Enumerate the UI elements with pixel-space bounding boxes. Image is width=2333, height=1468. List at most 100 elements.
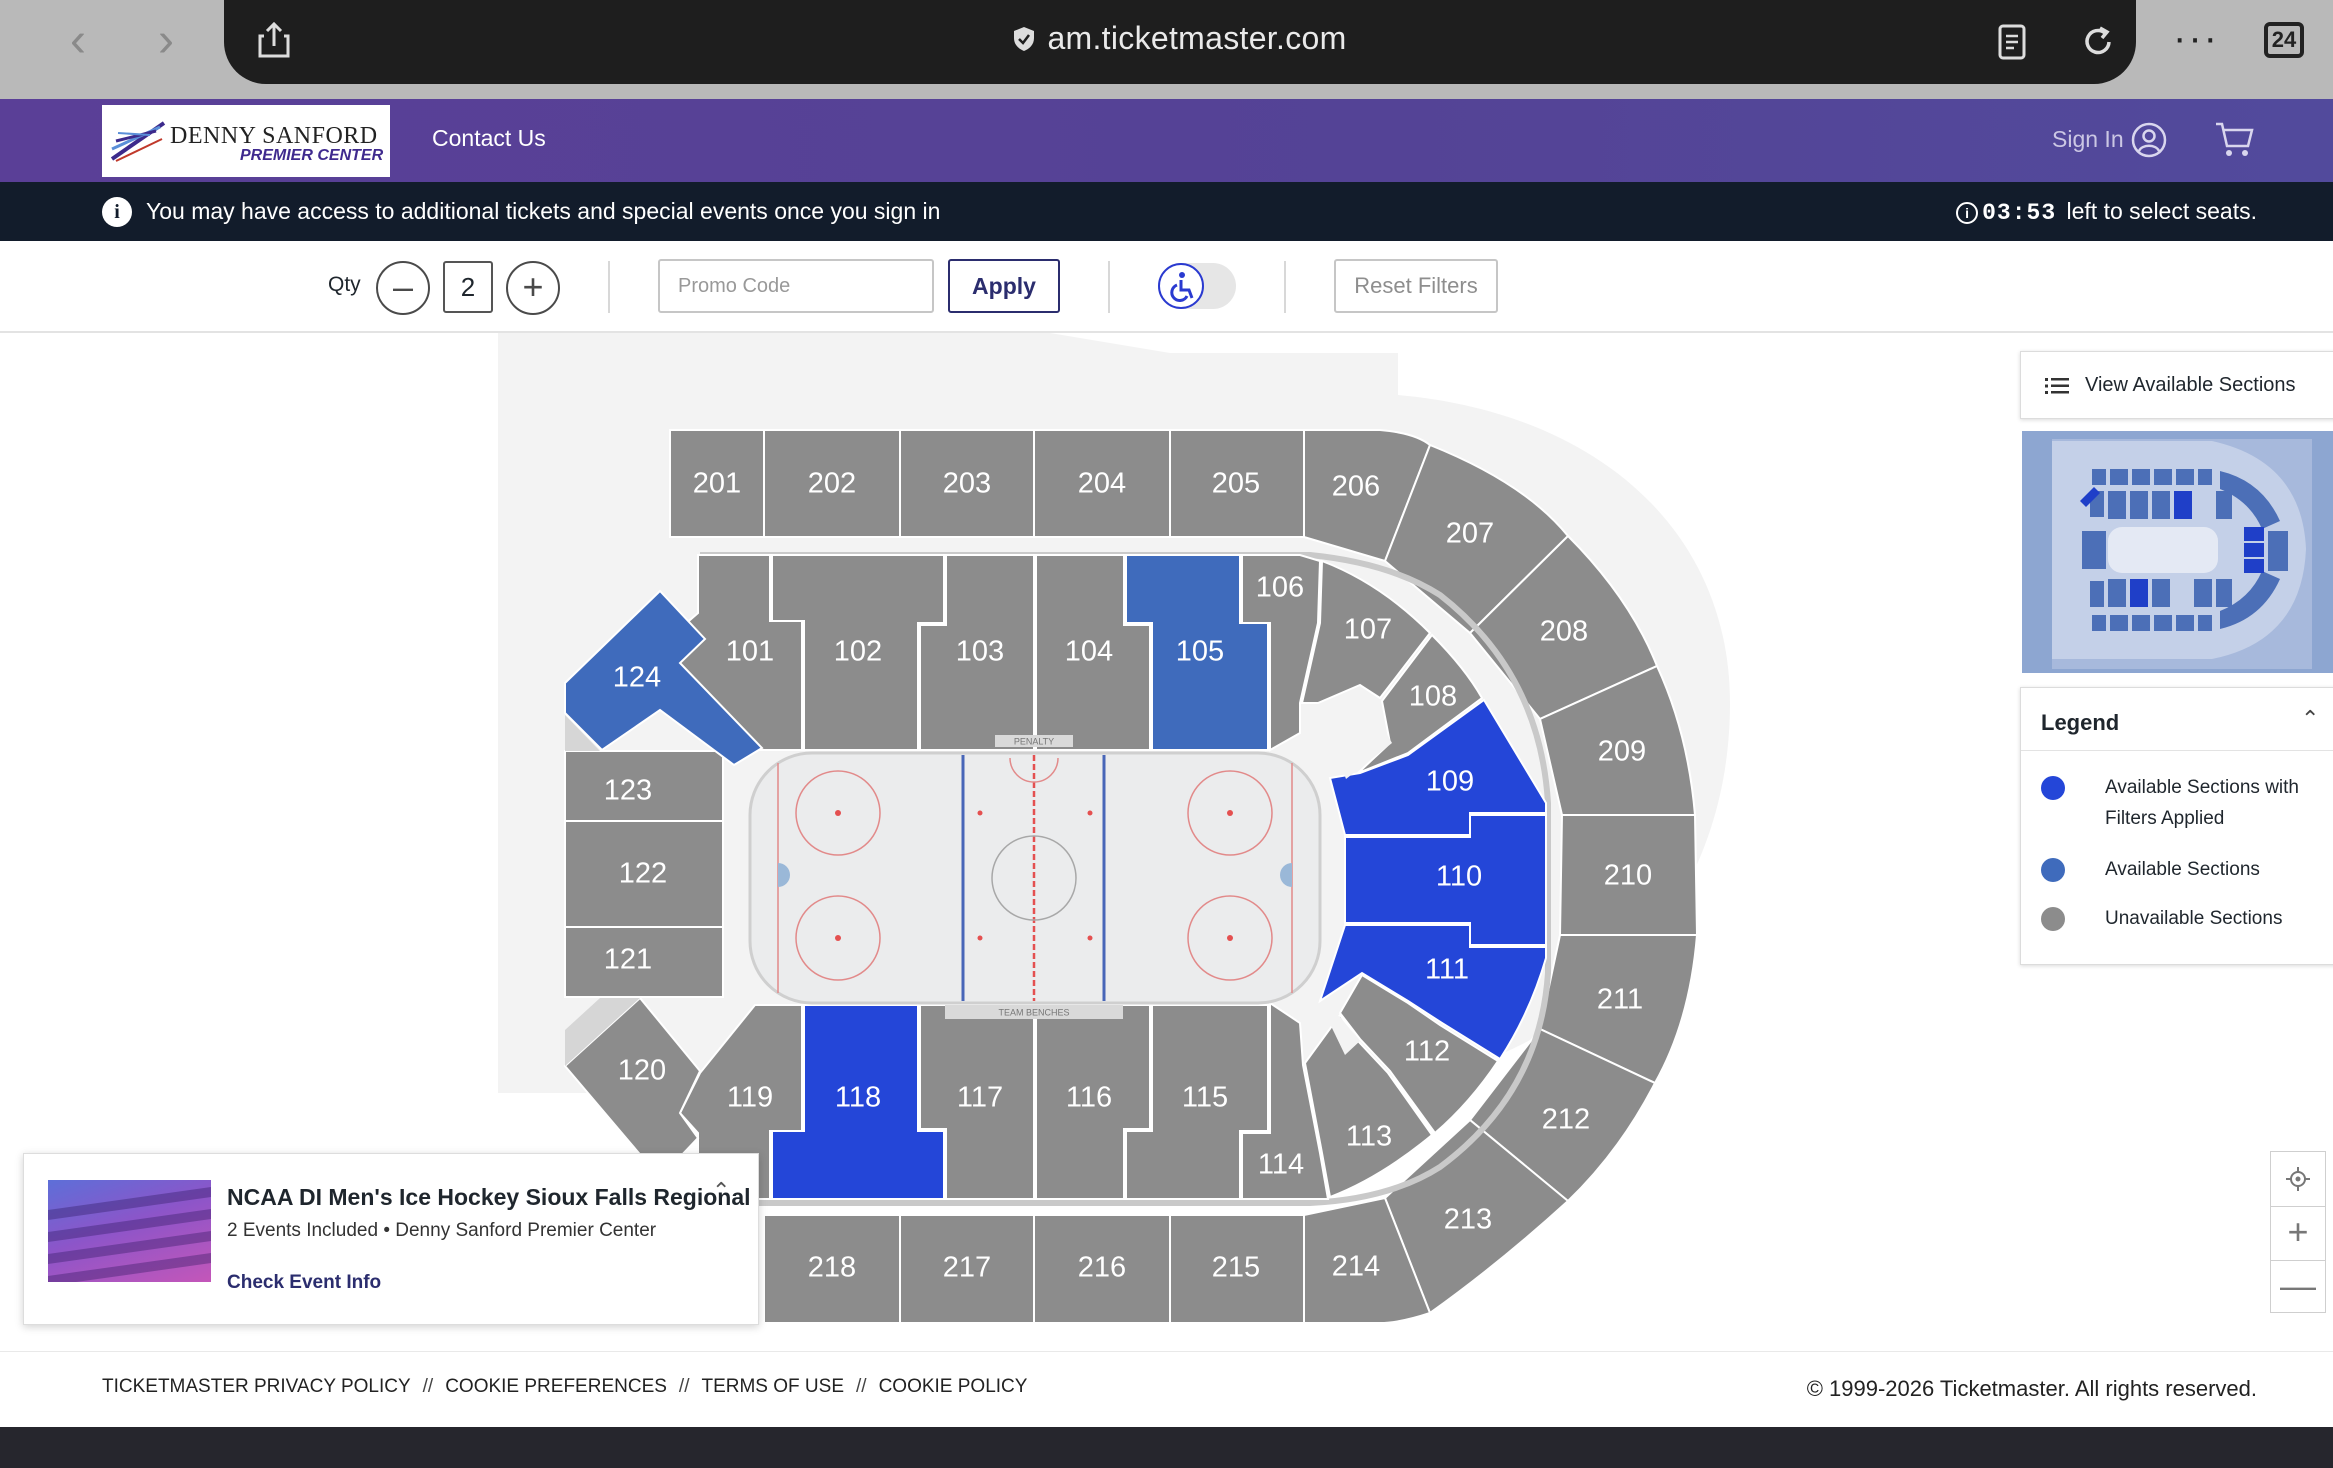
check-event-info-link[interactable]: Check Event Info	[227, 1272, 381, 1294]
tab-count-badge[interactable]: 24	[2264, 22, 2304, 58]
chevron-up-icon[interactable]: ⌃	[712, 1178, 730, 1204]
minimap[interactable]	[2022, 431, 2333, 673]
separator: //	[678, 1376, 690, 1397]
legend-label: Unavailable Sections	[2105, 908, 2283, 929]
legend-panel: Legend ⌃ Available Sections with Filters…	[2020, 687, 2333, 965]
terms-of-use-link[interactable]: TERMS OF USE	[701, 1376, 844, 1397]
sign-in-notice: i You may have access to additional tick…	[0, 182, 2333, 241]
promo-code-input[interactable]	[658, 259, 934, 313]
more-options-icon[interactable]: ···	[2173, 16, 2219, 61]
qty-increase-button[interactable]: +	[506, 261, 560, 315]
legend-title: Legend	[2041, 710, 2120, 735]
cookie-preferences-link[interactable]: COOKIE PREFERENCES	[445, 1376, 667, 1397]
section-label: 217	[943, 1252, 991, 1284]
event-subtitle: 2 Events Included • Denny Sanford Premie…	[227, 1220, 657, 1241]
event-title: NCAA DI Men's Ice Hockey Sioux Falls Reg…	[227, 1184, 751, 1210]
qty-value[interactable]: 2	[443, 261, 493, 313]
section-label: 107	[1344, 614, 1392, 646]
url-display[interactable]: am.ticketmaster.com	[224, 20, 2136, 57]
events-included: 2 Events Included	[227, 1220, 379, 1241]
rink-label-bottom: TEAM BENCHES	[998, 1007, 1069, 1017]
legend-item-unavailable: Unavailable Sections	[2041, 903, 2331, 934]
section-label: 113	[1346, 1121, 1392, 1153]
section-label: 102	[834, 636, 882, 668]
legend-dot	[2041, 858, 2065, 882]
section-label: 101	[726, 636, 774, 668]
section-label: 122	[619, 858, 667, 890]
section-label: 110	[1436, 861, 1482, 893]
divider	[1108, 261, 1110, 313]
view-available-sections-button[interactable]: View Available Sections	[2020, 351, 2333, 419]
reset-filters-button[interactable]: Reset Filters	[1334, 259, 1498, 313]
logo-mark-icon	[110, 121, 166, 162]
copyright: © 1999-2026 Ticketmaster. All rights res…	[1806, 1376, 2257, 1401]
timer-info-icon: i	[1956, 202, 1979, 224]
section-label: 115	[1182, 1082, 1228, 1114]
section-label: 123	[604, 775, 652, 807]
section-label: 104	[1065, 636, 1113, 668]
section-label: 112	[1404, 1036, 1450, 1068]
event-card: NCAA DI Men's Ice Hockey Sioux Falls Reg…	[23, 1153, 759, 1325]
section-label: 212	[1542, 1104, 1590, 1136]
timer-suffix: left to select seats.	[2066, 198, 2257, 224]
venue-logo[interactable]: DENNY SANFORD PREMIER CENTER	[102, 105, 390, 177]
section-label: 124	[613, 662, 661, 694]
wheelchair-icon	[1170, 272, 1194, 302]
address-bar[interactable]: am.ticketmaster.com	[224, 0, 2136, 84]
zoom-out-icon[interactable]: —	[2271, 1261, 2325, 1314]
separator: //	[422, 1376, 434, 1397]
section-label: 204	[1078, 468, 1126, 500]
chevron-up-icon[interactable]: ⌃	[2301, 706, 2319, 732]
reload-icon[interactable]	[2076, 20, 2120, 64]
back-icon[interactable]: ‹	[48, 14, 108, 68]
toggle-knob	[1158, 263, 1204, 309]
zoom-in-icon[interactable]: +	[2271, 1207, 2325, 1260]
minimap-arena	[2052, 439, 2312, 669]
apply-button[interactable]: Apply	[948, 259, 1060, 313]
section-label: 117	[957, 1082, 1003, 1114]
cart-icon[interactable]	[2214, 119, 2256, 159]
accessible-seating-toggle[interactable]	[1158, 263, 1236, 309]
section-label: 118	[835, 1082, 881, 1114]
contact-us-link[interactable]: Contact Us	[432, 125, 546, 152]
bottom-bar	[0, 1427, 2333, 1468]
privacy-policy-link[interactable]: TICKETMASTER PRIVACY POLICY	[102, 1376, 411, 1397]
url-text: am.ticketmaster.com	[1047, 20, 1347, 56]
section-label: 103	[956, 636, 1004, 668]
cookie-policy-link[interactable]: COOKIE POLICY	[879, 1376, 1028, 1397]
timer-value: 03:53	[1982, 200, 2057, 226]
section-label: 106	[1256, 572, 1304, 604]
legend-label: Available Sections with Filters Applied	[2105, 777, 2299, 829]
user-icon[interactable]	[2130, 121, 2168, 159]
qty-label: Qty	[328, 273, 361, 296]
section-label: 111	[1425, 954, 1469, 986]
section-label: 205	[1212, 468, 1260, 500]
section-label: 215	[1212, 1252, 1260, 1284]
locate-icon[interactable]	[2271, 1152, 2325, 1205]
section-label: 214	[1332, 1251, 1380, 1283]
section-label: 105	[1176, 636, 1224, 668]
section-label: 211	[1597, 984, 1643, 1016]
legend-dot	[2041, 907, 2065, 931]
view-sections-label: View Available Sections	[2085, 374, 2296, 396]
section-label: 216	[1078, 1252, 1126, 1284]
section-label: 207	[1446, 518, 1494, 550]
section-label: 203	[943, 468, 991, 500]
section-label: 120	[618, 1055, 666, 1087]
forward-icon[interactable]: ›	[136, 14, 196, 68]
section-label: 114	[1258, 1149, 1304, 1181]
event-venue: Denny Sanford Premier Center	[395, 1220, 657, 1241]
section-label: 210	[1604, 860, 1652, 892]
separator: //	[856, 1376, 867, 1397]
list-icon	[2045, 378, 2069, 394]
section-label: 206	[1332, 471, 1380, 503]
sign-in-link[interactable]: Sign In	[2052, 126, 2124, 153]
section-label: 108	[1409, 681, 1457, 713]
section-label: 202	[808, 468, 856, 500]
qty-decrease-button[interactable]: –	[376, 261, 430, 315]
divider	[1284, 261, 1286, 313]
reader-icon[interactable]	[1990, 20, 2034, 64]
section-label: 119	[727, 1082, 773, 1114]
map-zoom-controls: + —	[2270, 1151, 2326, 1313]
section-label: 121	[604, 944, 652, 976]
